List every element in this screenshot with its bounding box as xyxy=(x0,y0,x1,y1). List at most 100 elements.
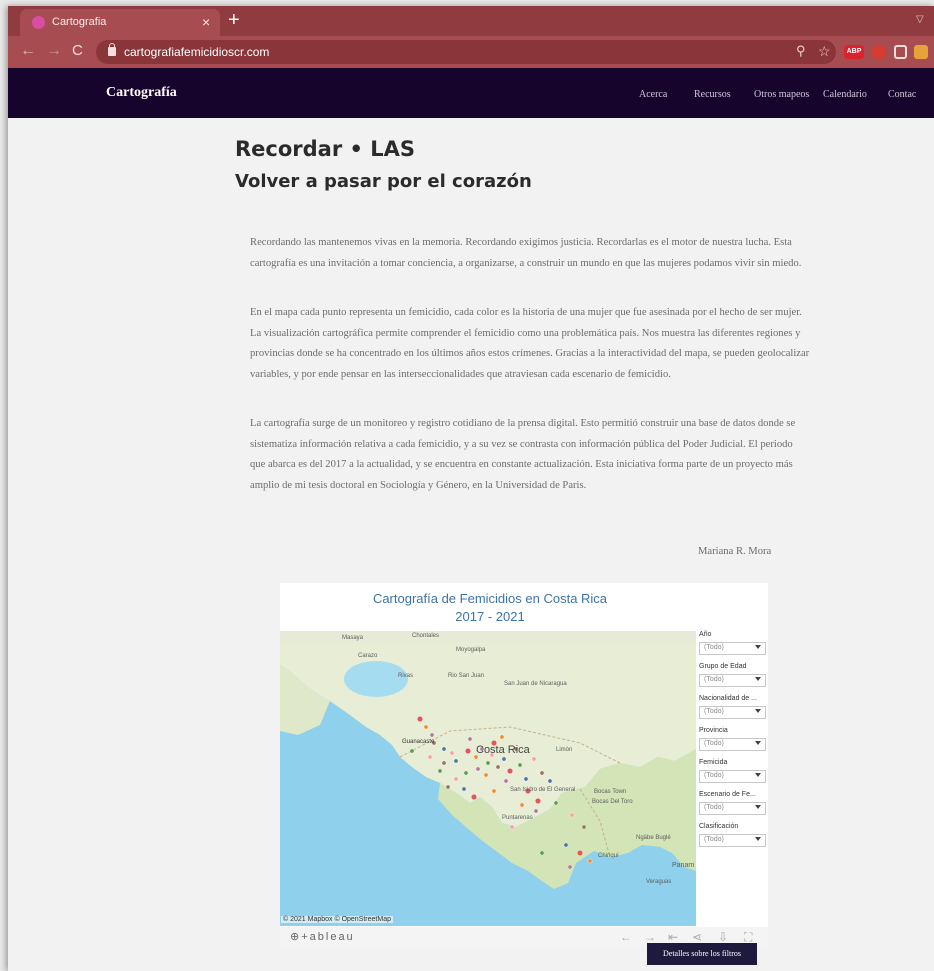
map-label: San Isidro de El General xyxy=(510,787,575,793)
zoom-icon[interactable]: ⚲ xyxy=(796,43,806,59)
map-credit[interactable]: © 2021 Mapbox © OpenStreetMap xyxy=(281,916,393,923)
filter-perpetrator-select[interactable]: (Todo) xyxy=(699,770,766,783)
map-label: San Juan de Nicaragua xyxy=(504,681,567,687)
femicide-marker[interactable] xyxy=(519,802,525,808)
filter-classification-select[interactable]: (Todo) xyxy=(699,834,766,847)
femicide-marker[interactable] xyxy=(533,808,539,814)
femicide-marker[interactable] xyxy=(581,824,587,830)
browser-tab[interactable]: Cartografia × xyxy=(20,9,220,36)
map[interactable]: Masaya Chontales Carazo Rivas Rio San Ju… xyxy=(280,631,696,926)
femicide-marker[interactable] xyxy=(416,715,423,722)
femicide-marker[interactable] xyxy=(483,772,489,778)
nav-recursos[interactable]: Recursos xyxy=(694,89,731,100)
femicide-marker[interactable] xyxy=(517,762,523,768)
map-canvas[interactable]: Masaya Chontales Carazo Rivas Rio San Ju… xyxy=(280,631,696,926)
femicide-marker[interactable] xyxy=(553,800,559,806)
femicide-marker[interactable] xyxy=(463,770,469,776)
nav-calendario[interactable]: Calendario xyxy=(823,89,867,100)
femicide-marker[interactable] xyxy=(461,786,467,792)
filter-nationality-select[interactable]: (Todo) xyxy=(699,706,766,719)
filter-details-button[interactable]: Detalles sobre los filtros xyxy=(647,943,757,965)
femicide-marker[interactable] xyxy=(531,756,537,762)
extension-icon[interactable] xyxy=(914,45,928,59)
revert-icon[interactable]: ⇤ xyxy=(668,930,678,944)
femicide-marker[interactable] xyxy=(523,776,529,782)
femicide-marker[interactable] xyxy=(563,842,569,848)
extension-icon[interactable] xyxy=(872,45,886,59)
map-label: Ngäbe Buglé xyxy=(636,835,671,841)
filter-year-select[interactable]: (Todo) xyxy=(699,642,766,655)
lock-icon[interactable] xyxy=(108,43,116,56)
undo-icon[interactable]: ← xyxy=(620,930,632,944)
map-paragraph: En el mapa cada punto representa un femi… xyxy=(250,307,810,380)
femicide-marker[interactable] xyxy=(495,764,501,770)
site-brand[interactable]: Cartografía xyxy=(106,85,177,101)
redo-icon[interactable]: → xyxy=(644,930,656,944)
share-icon[interactable]: ⋖ xyxy=(692,930,702,944)
femicide-marker[interactable] xyxy=(409,748,415,754)
map-label: Chontales xyxy=(412,633,439,639)
close-tab-icon[interactable]: × xyxy=(202,14,210,30)
reload-icon[interactable]: C xyxy=(72,42,83,59)
femicide-marker[interactable] xyxy=(501,756,507,762)
femicide-marker[interactable] xyxy=(467,736,473,742)
femicide-marker[interactable] xyxy=(506,767,513,774)
map-label: Costa Rica xyxy=(476,744,531,756)
back-arrow-icon[interactable]: ← xyxy=(20,42,36,60)
forward-arrow-icon[interactable]: → xyxy=(46,42,62,60)
femicide-marker[interactable] xyxy=(534,797,541,804)
femicide-marker[interactable] xyxy=(509,824,515,830)
femicide-marker[interactable] xyxy=(449,750,455,756)
nav-otros-mapeos[interactable]: Otros mapeos xyxy=(754,89,809,100)
femicide-marker[interactable] xyxy=(427,754,433,760)
femicide-marker[interactable] xyxy=(429,732,435,738)
femicide-marker[interactable] xyxy=(423,724,429,730)
download-icon[interactable]: ⇩ xyxy=(718,930,728,944)
filter-scenario-select[interactable]: (Todo) xyxy=(699,802,766,815)
femicide-marker[interactable] xyxy=(453,758,459,764)
nav-contacto[interactable]: Contac xyxy=(888,89,916,100)
cube-extension-icon[interactable] xyxy=(894,45,907,59)
femicide-marker[interactable] xyxy=(547,778,553,784)
map-label: Limón xyxy=(556,747,572,753)
map-label: Carazo xyxy=(358,653,378,659)
femicide-marker[interactable] xyxy=(470,793,477,800)
map-label: Panam xyxy=(672,862,694,869)
adblock-extension-icon[interactable]: ABP xyxy=(844,45,864,59)
femicide-marker[interactable] xyxy=(475,766,481,772)
address-bar[interactable]: cartografiafemicidioscr.com ⚲ ☆ xyxy=(96,40,836,64)
filter-label: Clasificación xyxy=(699,823,739,830)
tab-search-chevron-icon[interactable]: ▽ xyxy=(916,14,924,25)
url-text[interactable]: cartografiafemicidioscr.com xyxy=(124,45,269,59)
femicide-marker[interactable] xyxy=(567,864,573,870)
femicide-marker[interactable] xyxy=(485,760,491,766)
femicide-marker[interactable] xyxy=(539,770,545,776)
browser-toolbar: ← → C cartografiafemicidioscr.com ⚲ ☆ AB… xyxy=(8,36,934,68)
femicide-marker[interactable] xyxy=(453,776,459,782)
filter-province-select[interactable]: (Todo) xyxy=(699,738,766,751)
femicide-marker[interactable] xyxy=(437,768,443,774)
new-tab-button[interactable]: + xyxy=(228,9,240,32)
page-title: Recordar • LAS xyxy=(235,137,416,161)
femicide-marker[interactable] xyxy=(441,760,447,766)
femicide-marker[interactable] xyxy=(539,850,545,856)
map-label: Puntarenas xyxy=(502,815,533,821)
tableau-logo[interactable]: ⊕+ableau xyxy=(290,930,355,943)
femicide-marker[interactable] xyxy=(569,812,575,818)
map-label: Veraguas xyxy=(646,879,671,885)
author-signature: Mariana R. Mora xyxy=(698,546,772,557)
map-label: Rio San Juan xyxy=(448,673,484,679)
femicide-marker[interactable] xyxy=(445,784,451,790)
dropdown-arrow-icon xyxy=(755,677,761,681)
femicide-marker[interactable] xyxy=(503,778,509,784)
femicide-marker[interactable] xyxy=(587,858,593,864)
tab-title: Cartografia xyxy=(52,16,107,28)
femicide-marker[interactable] xyxy=(577,849,584,856)
nav-acerca[interactable]: Acerca xyxy=(639,89,667,100)
bookmark-star-icon[interactable]: ☆ xyxy=(818,43,831,60)
femicide-marker[interactable] xyxy=(499,734,505,740)
femicide-marker[interactable] xyxy=(441,746,447,752)
femicide-marker[interactable] xyxy=(491,788,497,794)
femicide-marker[interactable] xyxy=(464,747,471,754)
filter-age-select[interactable]: (Todo) xyxy=(699,674,766,687)
